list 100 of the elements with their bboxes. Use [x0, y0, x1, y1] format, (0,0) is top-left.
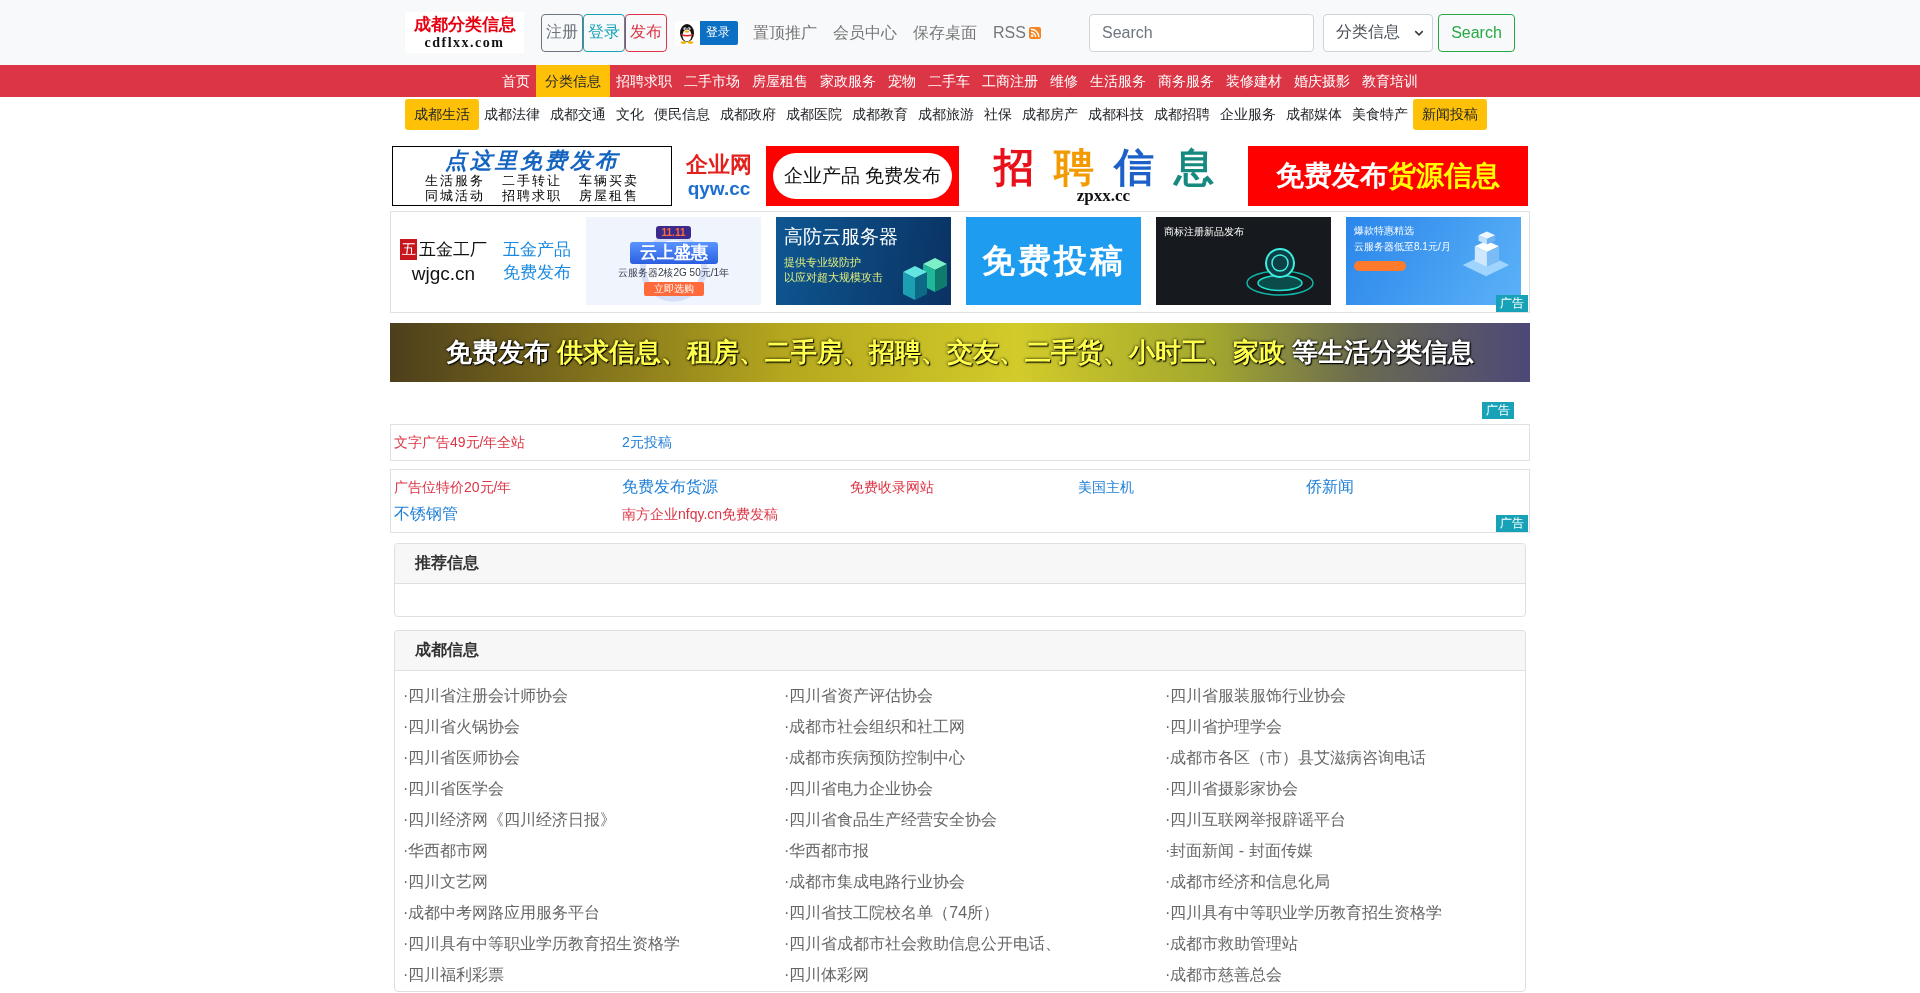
ad-banner[interactable]: 免费发布货源信息 [1248, 146, 1528, 206]
text-ad-link[interactable]: 广告位特价20元/年 [394, 478, 512, 497]
info-link[interactable]: ·华西都市网 [403, 841, 489, 862]
banner-text: 以应对超大规模攻击 [784, 270, 883, 285]
info-link[interactable]: ·成都市经济和信息化局 [1165, 872, 1331, 893]
info-link[interactable]: ·四川经济网《四川经济日报》 [403, 810, 617, 831]
nav-link[interactable]: 成都旅游 [913, 99, 979, 130]
nav-link[interactable]: 企业服务 [1215, 99, 1281, 130]
info-link[interactable]: ·成都市救助管理站 [1165, 934, 1299, 955]
category-tab[interactable]: 装修建材 [1220, 65, 1288, 97]
info-link[interactable]: ·四川省食品生产经营安全协会 [784, 810, 998, 831]
promo-date: 11.11 [655, 226, 692, 239]
info-link[interactable]: ·四川省技工院校名单（74所） [784, 903, 1000, 924]
nav-link[interactable]: 成都医院 [781, 99, 847, 130]
nav-button[interactable]: 新闻投稿 [1413, 99, 1487, 130]
info-link[interactable]: ·华西都市报 [784, 841, 870, 862]
info-link[interactable]: ·四川省医师协会 [403, 748, 521, 769]
text-ad-link[interactable]: 免费收录网站 [850, 478, 934, 497]
info-link[interactable]: ·四川省医学会 [403, 779, 505, 800]
info-link[interactable]: ·四川省成都市社会救助信息公开电话、 [784, 934, 1062, 955]
ad-banner[interactable]: 企业产品 免费发布 [766, 146, 959, 206]
nav-link[interactable]: 美食特产 [1347, 99, 1413, 130]
account-button[interactable]: 发布 [625, 13, 667, 52]
info-link[interactable]: ·四川省注册会计师协会 [403, 686, 569, 707]
banner-text: 爆款特惠精选 [1354, 224, 1414, 237]
nav-button[interactable]: 成都生活 [405, 99, 479, 130]
category-tab[interactable]: 二手市场 [678, 65, 746, 97]
info-link[interactable]: ·成都市各区（市）县艾滋病咨询电话 [1165, 748, 1427, 769]
ad-label: 广告 [1496, 295, 1528, 312]
rss-link[interactable]: RSS [985, 20, 1049, 45]
banner-title: 商标注册新品发布 [1164, 226, 1244, 238]
info-link[interactable]: ·四川省摄影家协会 [1165, 779, 1299, 800]
category-tab[interactable]: 教育培训 [1356, 65, 1424, 97]
banner-text: 云服务器低至8.1元/月 [1354, 240, 1451, 253]
category-tab[interactable]: 生活服务 [1084, 65, 1152, 97]
nav-link[interactable]: 成都教育 [847, 99, 913, 130]
nav-link[interactable]: 文化 [611, 99, 649, 130]
header-link[interactable]: 置顶推广 [745, 20, 825, 45]
info-link[interactable]: ·四川福利彩票 [403, 965, 505, 986]
info-link[interactable]: ·封面新闻 - 封面传媒 [1165, 841, 1313, 862]
ad-tile[interactable]: 商标注册新品发布 [1156, 217, 1331, 305]
qq-login-button[interactable]: 登录 [675, 20, 738, 45]
logo-title: 成都分类信息 [413, 14, 516, 35]
account-button[interactable]: 注册 [541, 13, 583, 52]
brand-name: 五金工厂 [419, 239, 487, 261]
nav-link[interactable]: 便民信息 [649, 99, 715, 130]
info-link[interactable]: ·成都中考网路应用服务平台 [403, 903, 601, 924]
info-link[interactable]: ·四川文艺网 [403, 872, 489, 893]
text-ad-link[interactable]: 免费发布货源 [622, 477, 718, 498]
category-tab[interactable]: 二手车 [922, 65, 976, 97]
nav-link[interactable]: 成都房产 [1017, 99, 1083, 130]
info-link[interactable]: ·成都市集成电路行业协会 [784, 872, 966, 893]
ad-label: 广告 [1496, 515, 1528, 532]
info-link[interactable]: ·四川省资产评估协会 [784, 686, 934, 707]
category-tab[interactable]: 招聘求职 [610, 65, 678, 97]
text-ad-link[interactable]: 2元投稿 [622, 433, 672, 452]
info-link[interactable]: ·成都市社会组织和社工网 [784, 717, 966, 738]
category-tab[interactable]: 首页 [496, 65, 536, 97]
category-select[interactable]: 分类信息 [1323, 13, 1433, 52]
info-link[interactable]: ·四川体彩网 [784, 965, 870, 986]
nav-link[interactable]: 社保 [979, 99, 1017, 130]
text-ad-link[interactable]: 侨新闻 [1306, 477, 1354, 498]
logo-domain: cdflxx.com [424, 34, 505, 51]
info-link[interactable]: ·四川省火锅协会 [403, 717, 521, 738]
text-ad-link[interactable]: 南方企业nfqy.cn免费发稿 [622, 505, 779, 524]
ad-tile[interactable]: 高防云服务器 提供专业级防护 以应对超大规模攻击 [776, 217, 951, 305]
category-tab[interactable]: 宠物 [882, 65, 922, 97]
nav-link[interactable]: 成都科技 [1083, 99, 1149, 130]
info-link[interactable]: ·成都市疾病预防控制中心 [784, 748, 966, 769]
info-link[interactable]: ·四川省服装服饰行业协会 [1165, 686, 1347, 707]
info-link[interactable]: ·四川省护理学会 [1165, 717, 1283, 738]
info-link[interactable]: ·四川省电力企业协会 [784, 779, 934, 800]
nav-link[interactable]: 成都政府 [715, 99, 781, 130]
category-tab[interactable]: 工商注册 [976, 65, 1044, 97]
category-tab[interactable]: 婚庆摄影 [1288, 65, 1356, 97]
category-tab[interactable]: 商务服务 [1152, 65, 1220, 97]
nav-link[interactable]: 成都交通 [545, 99, 611, 130]
nav-link[interactable]: 成都招聘 [1149, 99, 1215, 130]
ad-tile[interactable]: 11.11 云上盛惠 云服务器2核2G 50元/1年 立即选购 [586, 217, 761, 305]
banner-text: 五金产品 [503, 239, 571, 260]
info-link[interactable]: ·四川具有中等职业学历教育招生资格学 [1165, 903, 1443, 924]
category-tab[interactable]: 分类信息 [536, 65, 610, 97]
header-link[interactable]: 保存桌面 [905, 20, 985, 45]
text-ad-link[interactable]: 不锈钢管 [394, 504, 458, 525]
text-ad-link[interactable]: 文字广告49元/年全站 [394, 433, 526, 452]
banner-text: 提供专业级防护 [784, 255, 861, 270]
info-link[interactable]: ·成都市慈善总会 [1165, 965, 1283, 986]
info-link[interactable]: ·四川具有中等职业学历教育招生资格学 [403, 934, 681, 955]
brand-mark: 五 [400, 239, 417, 260]
header-link[interactable]: 会员中心 [825, 20, 905, 45]
ad-banner[interactable]: 点这里免费发布 生活服务 二手转让 车辆买卖 同城活动 招聘求职 房屋租售 [392, 146, 672, 206]
category-tab[interactable]: 房屋租售 [746, 65, 814, 97]
category-tab[interactable]: 维修 [1044, 65, 1084, 97]
nav-link[interactable]: 成都媒体 [1281, 99, 1347, 130]
text-ad-link[interactable]: 美国主机 [1078, 478, 1134, 497]
site-logo[interactable]: 成都分类信息 cdflxx.com [405, 12, 524, 53]
search-field[interactable]: Search [1089, 13, 1314, 52]
category-tab[interactable]: 家政服务 [814, 65, 882, 97]
info-link[interactable]: ·四川互联网举报辟谣平台 [1165, 810, 1347, 831]
nav-link[interactable]: 成都法律 [479, 99, 545, 130]
